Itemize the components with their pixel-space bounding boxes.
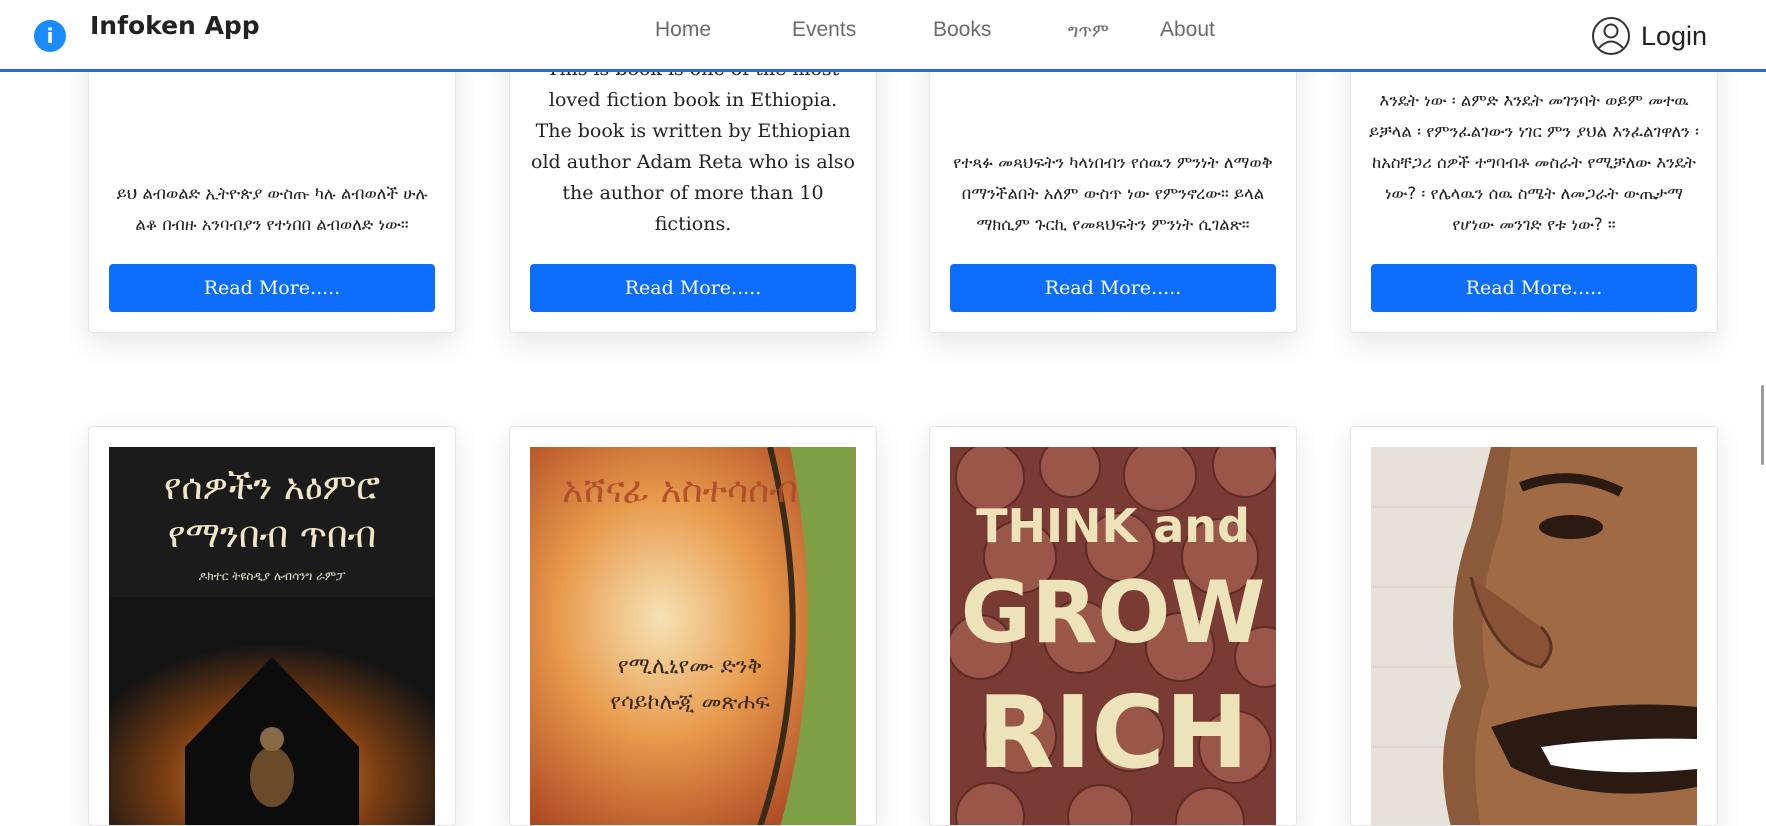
book-cover-image[interactable] <box>1371 447 1697 825</box>
cover-subtitle-line: የሚሊኒየሙ ድንቅ <box>618 654 762 679</box>
scrollbar-thumb[interactable] <box>1761 385 1764 465</box>
book-card: THINK and GROW RICH <box>929 426 1297 826</box>
cover-subtitle-line: የሳይኮሎጂ መጽሐፍ <box>610 690 770 715</box>
read-more-button[interactable]: Read More..... <box>109 264 435 312</box>
nav-events[interactable]: Events <box>792 18 856 42</box>
login-button[interactable]: Login <box>1591 16 1707 56</box>
book-cover-image[interactable]: THINK and GROW RICH <box>950 447 1276 825</box>
nav-poems[interactable]: ግጥም <box>1068 21 1109 42</box>
book-card: አሸናፊ አስተሳሰብ የሚሊኒየሙ ድንቅ የሳይኮሎጂ መጽሐፍ <box>509 426 877 826</box>
book-cover-smiling-face-icon <box>1371 447 1697 825</box>
top-navbar: i Infoken App Home Events Books ግጥም Abou… <box>0 0 1766 72</box>
book-card <box>1350 426 1718 826</box>
cover-title-line: የሰዎችን አዕምሮ <box>164 467 380 508</box>
cover-title-line: የማንበብ ጥበብ <box>168 515 376 556</box>
book-description: This is book is one of the most loved fi… <box>531 58 855 235</box>
brand-name[interactable]: Infoken App <box>90 11 260 40</box>
book-cover-coins-icon: THINK and GROW RICH <box>950 447 1276 825</box>
nav-home[interactable]: Home <box>655 18 711 42</box>
book-cover-mystic-figure-icon: የሰዎችን አዕምሮ የማንበብ ጥበብ ዶክተር ትዩስዲያ ሉብሳንግ ራም… <box>109 447 435 825</box>
book-cover-sunburst-icon: አሸናፊ አስተሳሰብ የሚሊኒየሙ ድንቅ የሳይኮሎጂ መጽሐፍ <box>530 447 856 825</box>
book-description: እንዴት ነው ፡ ልምድ እንዴት መገንባት ወይም መተዉ ይቻላል ፡ … <box>1369 91 1699 234</box>
read-more-button[interactable]: Read More..... <box>530 264 856 312</box>
nav-books[interactable]: Books <box>933 18 991 42</box>
book-description: ይህ ልብወልድ ኢትዮጵያ ውስጡ ካሉ ልብወለች ሁሉ ልቆ በብዙ አን… <box>116 184 428 234</box>
info-icon[interactable]: i <box>34 20 66 52</box>
read-more-button[interactable]: Read More..... <box>1371 264 1697 312</box>
read-more-button[interactable]: Read More..... <box>950 264 1276 312</box>
cover-title-line: አሸናፊ አስተሳሰብ <box>562 470 798 511</box>
cover-title-line: RICH <box>977 674 1248 791</box>
book-cover-image[interactable]: አሸናፊ አስተሳሰብ የሚሊኒየሙ ድንቅ የሳይኮሎጂ መጽሐፍ <box>530 447 856 825</box>
user-circle-icon <box>1592 17 1630 55</box>
nav-about[interactable]: About <box>1160 18 1215 42</box>
login-label: Login <box>1641 20 1708 51</box>
cover-title-line: THINK and <box>976 499 1250 553</box>
cover-author: ዶክተር ትዩስዲያ ሉብሳንግ ራምፓ <box>198 569 346 583</box>
book-cover-image[interactable]: የሰዎችን አዕምሮ የማንበብ ጥበብ ዶክተር ትዩስዲያ ሉብሳንግ ራም… <box>109 447 435 825</box>
book-card: የሰዎችን አዕምሮ የማንበብ ጥበብ ዶክተር ትዩስዲያ ሉብሳንግ ራም… <box>88 426 456 826</box>
book-description: የተጻፉ መጻህፍትን ካላነበብን የሰዉን ምንነት ለማወቅ በማንችልበ… <box>953 153 1273 234</box>
cover-title-line: GROW <box>961 563 1266 663</box>
